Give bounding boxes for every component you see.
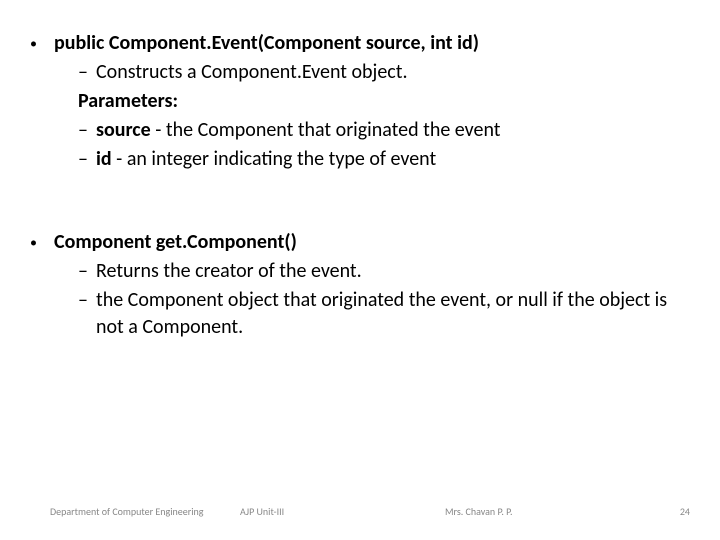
slide-content: • public Component.Event(Component sourc… (30, 30, 690, 341)
bullet-dot-icon: • (30, 30, 54, 57)
parameters-text: Parameters: (78, 88, 690, 115)
footer-department: Department of Computer Engineering (50, 506, 210, 518)
param-source: source - the Component that originated t… (96, 117, 690, 144)
bullet-item-2: • Component get.Component() (30, 229, 690, 256)
param-name: id (96, 147, 112, 171)
return-desc-text: the Component object that originated the… (96, 287, 690, 341)
parameters-label: Parameters: (78, 88, 690, 115)
returns-text: Returns the creator of the event. (96, 258, 690, 285)
method-signature-2: Component get.Component() (54, 229, 690, 256)
footer-author: Mrs. Chavan P. P. (445, 505, 650, 518)
sub-line: – source - the Component that originated… (78, 117, 690, 144)
dash-icon: – (78, 258, 96, 285)
method-signature-1: public Component.Event(Component source,… (54, 30, 690, 57)
sub-line: – id - an integer indicating the type of… (78, 146, 690, 173)
sub-line: – Constructs a Component.Event object. (78, 59, 690, 86)
slide-footer: Department of Computer Engineering AJP U… (0, 505, 720, 518)
constructs-text: Constructs a Component.Event object. (96, 59, 690, 86)
dash-icon: – (78, 287, 96, 341)
footer-page-number: 24 (650, 505, 690, 518)
param-id: id - an integer indicating the type of e… (96, 146, 690, 173)
param-desc: - an integer indicating the type of even… (112, 147, 437, 171)
dash-icon: – (78, 146, 96, 173)
dash-icon: – (78, 117, 96, 144)
dash-icon: – (78, 59, 96, 86)
footer-unit: AJP Unit-III (210, 505, 445, 518)
sub-line: – Returns the creator of the event. (78, 258, 690, 285)
sub-block-2: – Returns the creator of the event. – th… (78, 258, 690, 341)
bullet-item-1: • public Component.Event(Component sourc… (30, 30, 690, 57)
sub-line: – the Component object that originated t… (78, 287, 690, 341)
param-desc: - the Component that originated the even… (151, 118, 501, 142)
param-name: source (96, 118, 151, 142)
bullet-dot-icon: • (30, 229, 54, 256)
sub-block-1: – Constructs a Component.Event object. P… (78, 59, 690, 173)
spacer (30, 201, 690, 229)
